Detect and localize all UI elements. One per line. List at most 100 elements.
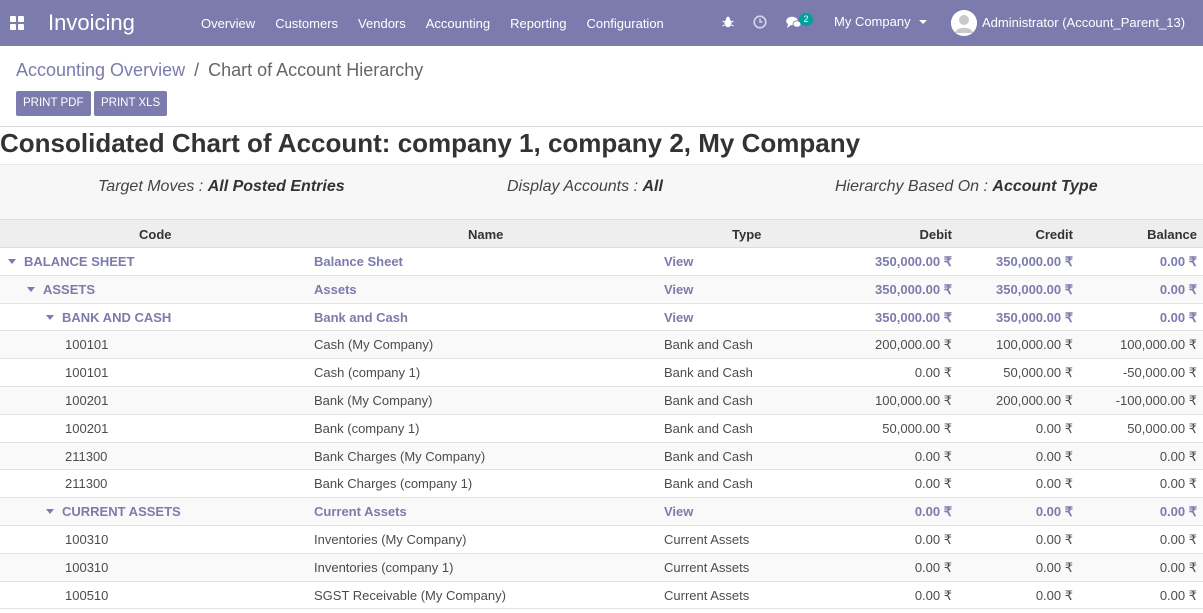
cell-credit: 0.00 ₹ xyxy=(1035,504,1073,520)
cell-code-text: 100201 xyxy=(65,392,109,408)
cell-credit: 50,000.00 ₹ xyxy=(1003,365,1073,381)
caret-down-icon[interactable] xyxy=(46,509,54,515)
company-switcher[interactable]: My Company xyxy=(834,14,927,29)
cell-name: Balance Sheet xyxy=(314,254,403,269)
cell-code-text: BANK AND CASH xyxy=(62,309,172,325)
table-row: 100310 Inventories (My Company) Current As… xyxy=(0,526,1203,554)
column-header-code: Code xyxy=(139,227,172,242)
cell-balance: 0.00 ₹ xyxy=(1159,587,1197,603)
cell-code-text: BALANCE SHEET xyxy=(24,254,135,269)
filter-hierarchy-value: Account Type xyxy=(992,178,1098,195)
cell-code: 100201 xyxy=(65,393,108,408)
breadcrumb: Accounting Overview / Chart of Account H… xyxy=(16,60,423,81)
cell-credit: 0.00 ₹ xyxy=(1035,420,1073,436)
cell-debit: 0.00 ₹ xyxy=(914,365,952,381)
print-pdf-button[interactable]: PRINT PDF xyxy=(16,91,91,116)
cell-credit: 0.00 ₹ xyxy=(1035,448,1073,464)
table-group-row[interactable]: CURRENT ASSETS Current Assets View 0.00 ₹ 0.… xyxy=(0,498,1203,526)
breadcrumb-accounting-overview[interactable]: Accounting Overview xyxy=(16,60,185,80)
cell-credit: 100,000.00 ₹ xyxy=(996,337,1073,353)
caret-down-icon[interactable] xyxy=(8,259,16,265)
table-row: 211300 Bank Charges (company 1) Bank and C… xyxy=(0,470,1203,499)
menu-item-customers[interactable]: Customers xyxy=(265,16,348,31)
cell-debit: 350,000.00 ₹ xyxy=(875,281,952,297)
cell-name: Bank (My Company) xyxy=(314,392,433,408)
cell-credit: 0.00 ₹ xyxy=(1035,531,1073,547)
bug-icon[interactable] xyxy=(722,16,734,28)
cell-type: Current Assets xyxy=(664,531,750,547)
cell-name: SGST Receivable (My Company) xyxy=(314,587,506,603)
column-header-balance: Balance xyxy=(1147,227,1197,242)
table-group-row[interactable]: BANK AND CASH Bank and Cash View 350,000.00… xyxy=(0,304,1203,332)
cell-debit: 0.00 ₹ xyxy=(914,559,952,575)
table-group-row[interactable]: BALANCE SHEET Balance Sheet View 350,000.00… xyxy=(0,248,1203,276)
cell-debit: 200,000.00 ₹ xyxy=(875,337,952,353)
cell-code-text: 100201 xyxy=(65,420,109,436)
cell-debit: 0.00 ₹ xyxy=(914,504,952,520)
table-row: 100201 Bank (company 1) Bank and Cash 50,00… xyxy=(0,415,1203,443)
cell-type: View xyxy=(664,309,694,325)
menu-item-accounting[interactable]: Accounting xyxy=(416,16,500,31)
menu-item-vendors[interactable]: Vendors xyxy=(348,16,416,31)
cell-credit: 200,000.00 ₹ xyxy=(996,392,1073,408)
cell-code[interactable]: BANK AND CASH xyxy=(46,310,171,325)
cell-name: Bank Charges (company 1) xyxy=(314,476,473,492)
cell-name: Inventories (company 1) xyxy=(314,559,454,575)
cell-code[interactable]: CURRENT ASSETS xyxy=(46,504,181,519)
cell-credit: 350,000.00 ₹ xyxy=(996,309,1073,325)
filter-target-moves-value: All Posted Entries xyxy=(207,178,345,195)
cell-debit: 0.00 ₹ xyxy=(914,531,952,547)
filter-display-accounts-label: Display Accounts : xyxy=(507,178,643,195)
cell-code-text: 100101 xyxy=(65,365,109,381)
cell-code: 100201 xyxy=(65,421,108,436)
apps-menu-icon[interactable] xyxy=(10,16,24,30)
user-menu[interactable]: Administrator (Account_Parent_13) xyxy=(982,15,1185,30)
cell-code-text: 211300 xyxy=(65,476,108,492)
menu-item-overview[interactable]: Overview xyxy=(191,16,265,31)
filter-hierarchy: Hierarchy Based On : Account Type xyxy=(835,178,1098,196)
cell-debit: 0.00 ₹ xyxy=(914,476,952,492)
cell-credit: 350,000.00 ₹ xyxy=(996,254,1073,269)
cell-balance: 50,000.00 ₹ xyxy=(1127,420,1197,436)
cell-type: Bank and Cash xyxy=(664,476,753,492)
column-header-credit: Credit xyxy=(1035,227,1073,242)
chat-counter-badge: 2 xyxy=(799,13,813,26)
report-filters: Target Moves : All Posted Entries Displa… xyxy=(0,164,1203,219)
caret-down-icon[interactable] xyxy=(27,286,35,292)
cell-debit: 350,000.00 ₹ xyxy=(875,254,952,269)
report-title: Consolidated Chart of Account: company 1… xyxy=(0,128,861,158)
menu-item-configuration[interactable]: Configuration xyxy=(576,16,673,31)
cell-code: 211300 xyxy=(65,476,107,491)
cell-code-text: 100101 xyxy=(65,337,109,353)
cell-code[interactable]: ASSETS xyxy=(27,282,95,297)
cell-code: 211300 xyxy=(65,449,107,464)
table-group-row[interactable]: ASSETS Assets View 350,000.00 ₹ 350,000.00 ₹… xyxy=(0,275,1203,304)
cell-code: 100310 xyxy=(65,560,108,575)
cell-name: Cash (company 1) xyxy=(314,365,421,381)
print-xls-button[interactable]: PRINT XLS xyxy=(94,91,168,116)
cell-balance: 0.00 ₹ xyxy=(1159,448,1197,464)
cell-credit: 0.00 ₹ xyxy=(1035,476,1073,492)
avatar[interactable] xyxy=(951,10,977,36)
cell-code-text: 100310 xyxy=(65,559,109,575)
cell-debit: 0.00 ₹ xyxy=(914,448,952,464)
cell-code-text: 100310 xyxy=(65,531,109,547)
cell-code: 100310 xyxy=(65,532,108,547)
table-row: 100101 Cash (My Company) Bank and Cash 200,… xyxy=(0,331,1203,360)
table-row: 211300 Bank Charges (My Company) Bank and … xyxy=(0,442,1203,471)
cell-name: Inventories (My Company) xyxy=(314,531,467,547)
main-menu: Overview Customers Vendors Accounting Report… xyxy=(191,16,674,31)
menu-item-reporting[interactable]: Reporting xyxy=(500,16,576,31)
app-title: Invoicing xyxy=(48,10,135,35)
cell-code[interactable]: BALANCE SHEET xyxy=(8,254,135,269)
cell-type: View xyxy=(664,504,694,520)
cell-code: 100510 xyxy=(65,588,108,603)
clock-icon[interactable] xyxy=(753,15,767,29)
cell-balance: -100,000.00 ₹ xyxy=(1115,392,1197,408)
caret-down-icon[interactable] xyxy=(46,314,54,320)
breadcrumb-current: Chart of Account Hierarchy xyxy=(208,60,424,80)
cell-type: Current Assets xyxy=(664,559,750,575)
cell-name: Bank (company 1) xyxy=(314,420,420,436)
cell-balance: 100,000.00 ₹ xyxy=(1120,337,1197,353)
table-body: BALANCE SHEET Balance Sheet View 350,000.00… xyxy=(0,248,1203,610)
